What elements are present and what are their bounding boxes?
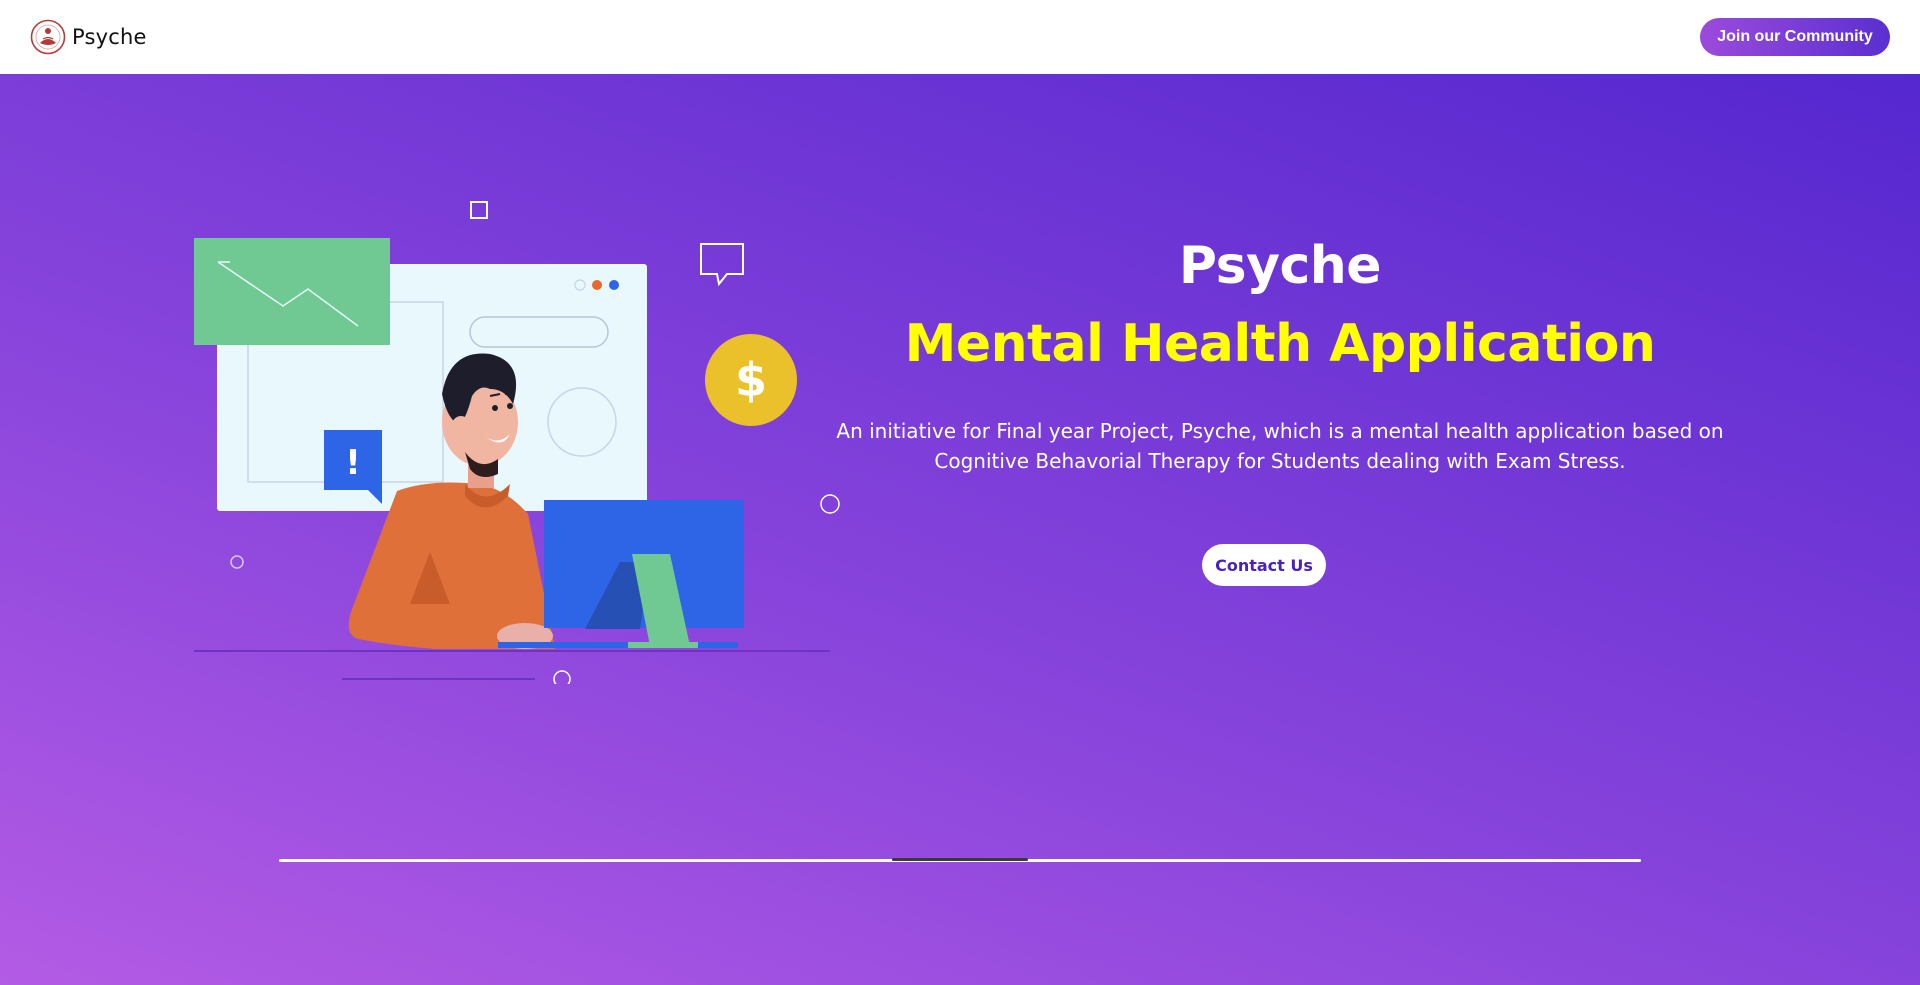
carousel-progress-track[interactable] — [279, 858, 1641, 862]
brand[interactable]: Psyche — [30, 18, 147, 56]
chat-bubble-icon — [700, 243, 744, 287]
hero-section: $ ! Psyche Mental Health Application An … — [0, 74, 1920, 985]
chart-card — [194, 238, 390, 345]
svg-text:$: $ — [735, 353, 767, 407]
carousel-progress-thumb[interactable] — [891, 858, 1029, 861]
psyche-logo-icon — [30, 19, 66, 55]
hero-text-block: Psyche Mental Health Application An init… — [820, 234, 1740, 476]
dollar-coin-icon: $ — [705, 334, 797, 426]
contact-us-button[interactable]: Contact Us — [1202, 544, 1326, 586]
top-navbar: Psyche Join our Community — [0, 0, 1920, 74]
hero-title: Psyche — [1178, 236, 1382, 296]
hero-description: An initiative for Final year Project, Ps… — [836, 419, 1724, 473]
join-community-button[interactable]: Join our Community — [1700, 18, 1890, 56]
svg-text:!: ! — [345, 443, 361, 483]
hero-illustration: $ ! — [194, 201, 840, 684]
hero-subtitle: Mental Health Application — [904, 314, 1656, 374]
brand-name: Psyche — [72, 25, 147, 49]
